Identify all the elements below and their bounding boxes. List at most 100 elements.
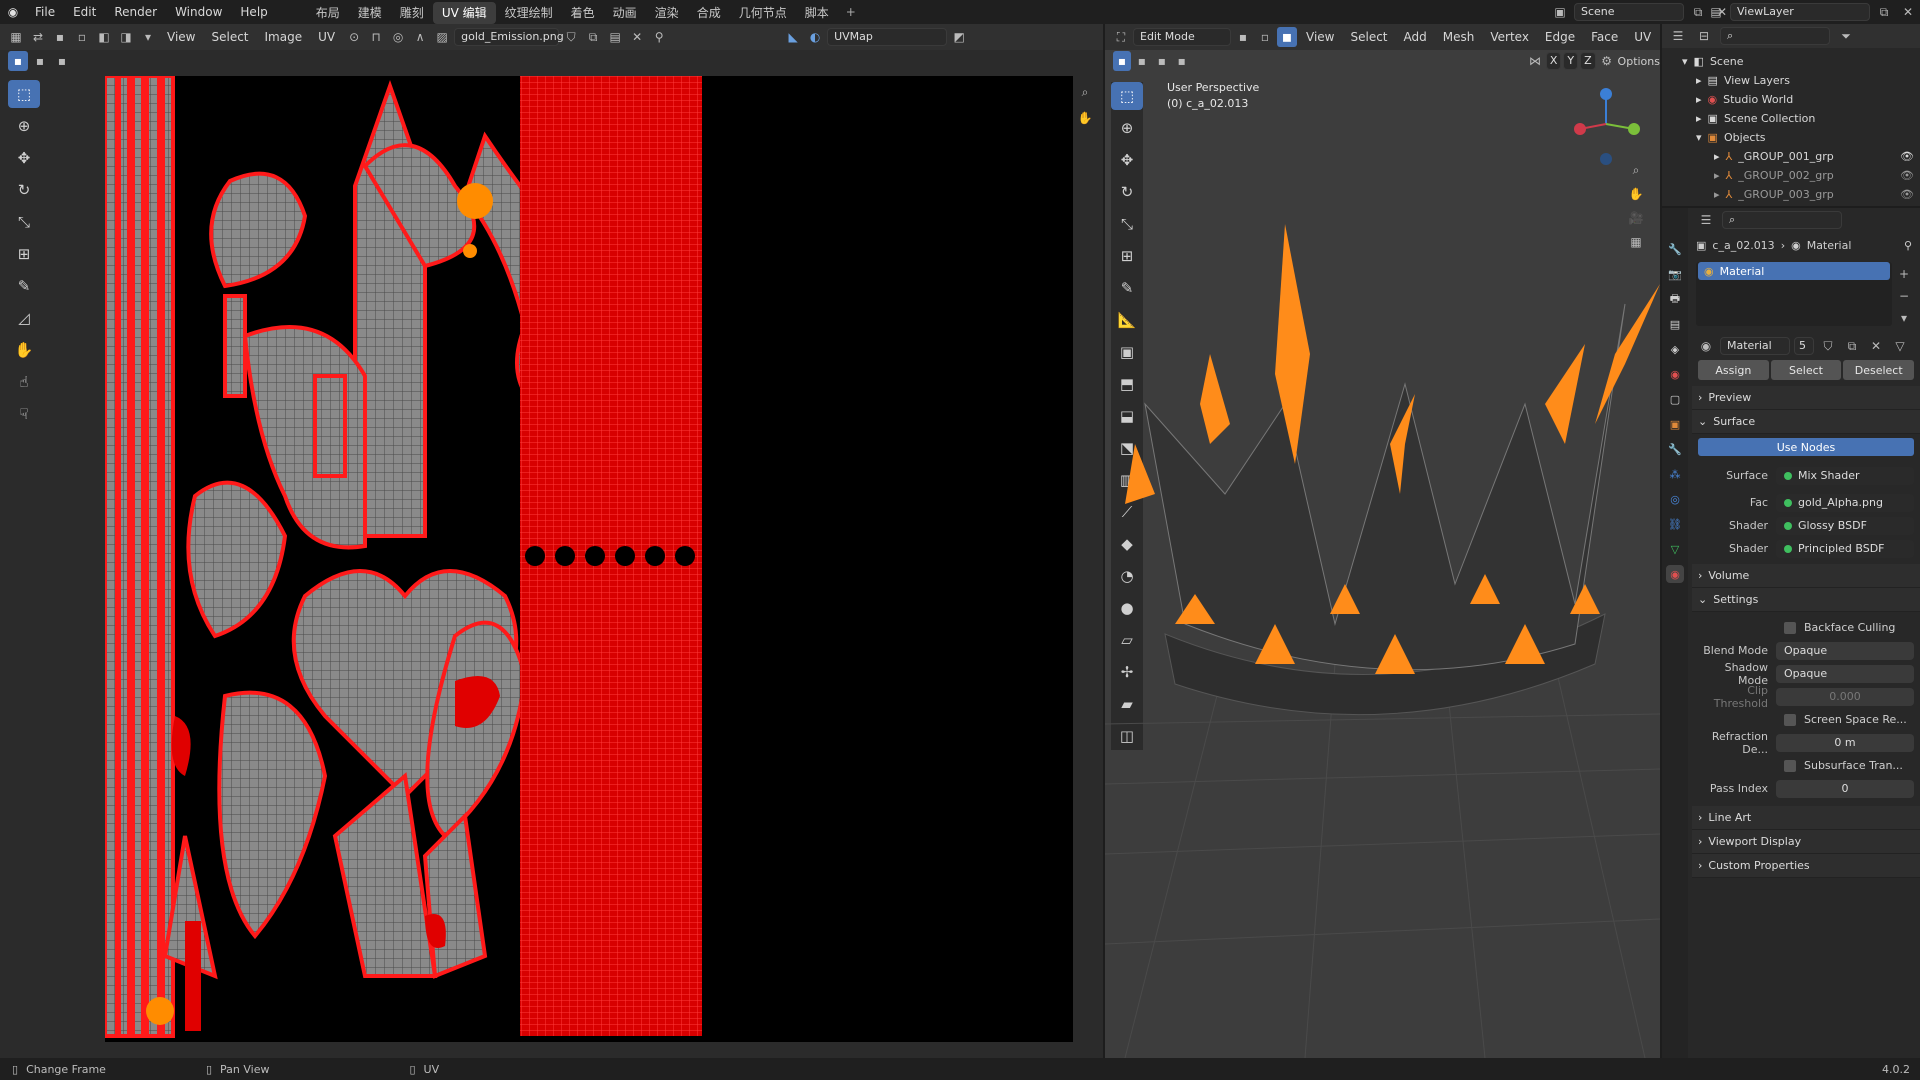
workspace-tab-sculpting[interactable]: 雕刻	[391, 2, 433, 24]
properties-search[interactable]: ⌕	[1722, 211, 1842, 229]
outliner-row[interactable]: ▾ ▣ Objects	[1662, 128, 1920, 147]
island-select-icon[interactable]: ◨	[116, 27, 136, 47]
pinch-icon[interactable]: ☟	[8, 400, 40, 428]
blender-logo-icon[interactable]: ◉	[0, 0, 26, 24]
unlink-material-icon[interactable]: ✕	[1866, 336, 1886, 356]
workspace-tab-texture-paint[interactable]: 纹理绘制	[496, 2, 562, 24]
workspace-tab-shading[interactable]: 着色	[562, 2, 604, 24]
workspace-tab-modeling[interactable]: 建模	[349, 2, 391, 24]
workspace-tab-uv-editing[interactable]: UV 编辑	[432, 1, 496, 24]
fac-field[interactable]: gold_Alpha.png	[1776, 493, 1914, 512]
backface-culling-row[interactable]: Backface Culling	[1692, 616, 1920, 639]
uv-menu-select[interactable]: Select	[204, 30, 255, 44]
display-mode-icon[interactable]: ⊟	[1694, 26, 1714, 46]
camera-icon[interactable]: 🎥	[1626, 208, 1646, 228]
outliner-row[interactable]: ▸ ⅄ _GROUP_003_grp 👁	[1662, 185, 1920, 204]
surface-shader-field[interactable]: Mix Shader	[1776, 466, 1914, 485]
proportional-icon[interactable]: ◎	[388, 27, 408, 47]
settings-section[interactable]: ⌄ Settings	[1692, 588, 1920, 612]
vp-zoom-icon[interactable]: ⌕	[1626, 160, 1646, 180]
pan-icon[interactable]: ✋	[1075, 108, 1095, 128]
use-nodes-button[interactable]: Use Nodes	[1698, 438, 1914, 456]
ortho-toggle-icon[interactable]: ▦	[1626, 232, 1646, 252]
visibility-eye-icon[interactable]: 👁	[1900, 169, 1914, 182]
uv-sync-icon[interactable]: ⇄	[28, 27, 48, 47]
physics-tab-icon[interactable]: ◎	[1666, 490, 1684, 508]
open-image-icon[interactable]: ▤	[605, 27, 625, 47]
editor-type-icon[interactable]: ▦	[6, 27, 26, 47]
scene-selector[interactable]: Scene	[1574, 3, 1684, 21]
outliner-row[interactable]: ▸ ⅄ _GROUP_001_grp 👁	[1662, 147, 1920, 166]
zoom-icon[interactable]: ⌕	[1075, 82, 1095, 102]
output-tab-icon[interactable]: 🖶	[1666, 290, 1684, 308]
select-new-icon[interactable]: ▪	[8, 51, 28, 71]
tool-tab-icon[interactable]: 🔧	[1666, 240, 1684, 258]
transform-icon[interactable]: ⊞	[8, 240, 40, 268]
shader1-field[interactable]: Glossy BSDF	[1776, 516, 1914, 535]
move-icon[interactable]: ✥	[8, 144, 40, 172]
material-name-field[interactable]: Material	[1720, 337, 1790, 355]
collection-tab-icon[interactable]: ▢	[1666, 390, 1684, 408]
workspace-tab-scripting[interactable]: 脚本	[796, 2, 838, 24]
select-box-icon[interactable]: ⬚	[8, 80, 40, 108]
annotate-icon[interactable]: ✎	[8, 272, 40, 300]
properties-editor-icon[interactable]: ☰	[1696, 210, 1716, 230]
viewlayer-icon[interactable]: ▤	[1706, 2, 1726, 22]
sss-row[interactable]: Subsurface Tran...	[1692, 754, 1920, 777]
duplicate-image-icon[interactable]: ⧉	[583, 27, 603, 47]
assign-button[interactable]: Assign	[1698, 360, 1769, 380]
material-filter-icon[interactable]: ▽	[1890, 336, 1910, 356]
uvmap-field[interactable]: UVMap	[827, 28, 948, 46]
vertex-select-icon[interactable]: ▪	[50, 27, 70, 47]
uv-sticky-icon[interactable]: ◣	[783, 27, 803, 47]
unlink-image-icon[interactable]: ✕	[627, 27, 647, 47]
fake-user-icon[interactable]: ⛉	[561, 27, 581, 47]
new-scene-icon[interactable]: ⧉	[1688, 2, 1708, 22]
workspace-tab-geometry-nodes[interactable]: 几何节点	[730, 2, 796, 24]
line-art-section[interactable]: › Line Art	[1692, 806, 1920, 830]
vp-pan-icon[interactable]: ✋	[1626, 184, 1646, 204]
duplicate-material-icon[interactable]: ⧉	[1842, 336, 1862, 356]
refraction-depth-field[interactable]: 0 m	[1776, 733, 1914, 752]
overlays-icon[interactable]: ◐	[805, 27, 825, 47]
delete-viewlayer-icon[interactable]: ✕	[1898, 2, 1918, 22]
deselect-button[interactable]: Deselect	[1843, 360, 1915, 380]
menu-window[interactable]: Window	[166, 0, 231, 24]
cursor-icon[interactable]: ⊕	[8, 112, 40, 140]
new-viewlayer-icon[interactable]: ⧉	[1874, 2, 1894, 22]
select-subtract-icon[interactable]: ▪	[52, 51, 72, 71]
pin-icon[interactable]: ⚲	[1904, 239, 1912, 252]
remove-slot-icon[interactable]: −	[1894, 286, 1914, 306]
outliner-search[interactable]: ⌕	[1720, 27, 1830, 45]
shadow-mode-dropdown[interactable]: Opaque	[1776, 664, 1914, 683]
menu-help[interactable]: Help	[231, 0, 276, 24]
falloff-icon[interactable]: ∧	[410, 27, 430, 47]
add-slot-icon[interactable]: +	[1894, 264, 1914, 284]
world-tab-icon[interactable]: ◉	[1666, 365, 1684, 383]
pivot-icon[interactable]: ⊙	[344, 27, 364, 47]
scene-icon[interactable]: ▣	[1550, 2, 1570, 22]
menu-edit[interactable]: Edit	[64, 0, 105, 24]
snap-icon[interactable]: ⊓	[366, 27, 386, 47]
relax-icon[interactable]: ☝	[8, 368, 40, 396]
workspace-tab-rendering[interactable]: 渲染	[646, 2, 688, 24]
constraints-tab-icon[interactable]: ⛓	[1666, 515, 1684, 533]
visibility-eye-icon[interactable]: 👁	[1900, 188, 1914, 201]
select-extend-icon[interactable]: ▪	[30, 51, 50, 71]
viewlayer-selector[interactable]: ViewLayer	[1730, 3, 1870, 21]
rotate-icon[interactable]: ↻	[8, 176, 40, 204]
display-channels-icon[interactable]: ◩	[949, 27, 969, 47]
edge-select-icon[interactable]: ▫	[72, 27, 92, 47]
uv-canvas[interactable]	[105, 76, 1073, 1042]
grab-icon[interactable]: ✋	[8, 336, 40, 364]
backface-culling-checkbox[interactable]	[1784, 621, 1796, 634]
surface-section[interactable]: ⌄ Surface	[1692, 410, 1920, 434]
scene-tab-icon[interactable]: ◈	[1666, 340, 1684, 358]
material-browse-icon[interactable]: ◉	[1696, 336, 1716, 356]
workspace-tab-compositing[interactable]: 合成	[688, 2, 730, 24]
clip-threshold-field[interactable]: 0.000	[1776, 687, 1914, 706]
outliner-editor-icon[interactable]: ☰	[1668, 26, 1688, 46]
outliner-row[interactable]: ▸ ▤ View Layers	[1662, 71, 1920, 90]
blend-mode-dropdown[interactable]: Opaque	[1776, 641, 1914, 660]
shader2-field[interactable]: Principled BSDF	[1776, 539, 1914, 558]
